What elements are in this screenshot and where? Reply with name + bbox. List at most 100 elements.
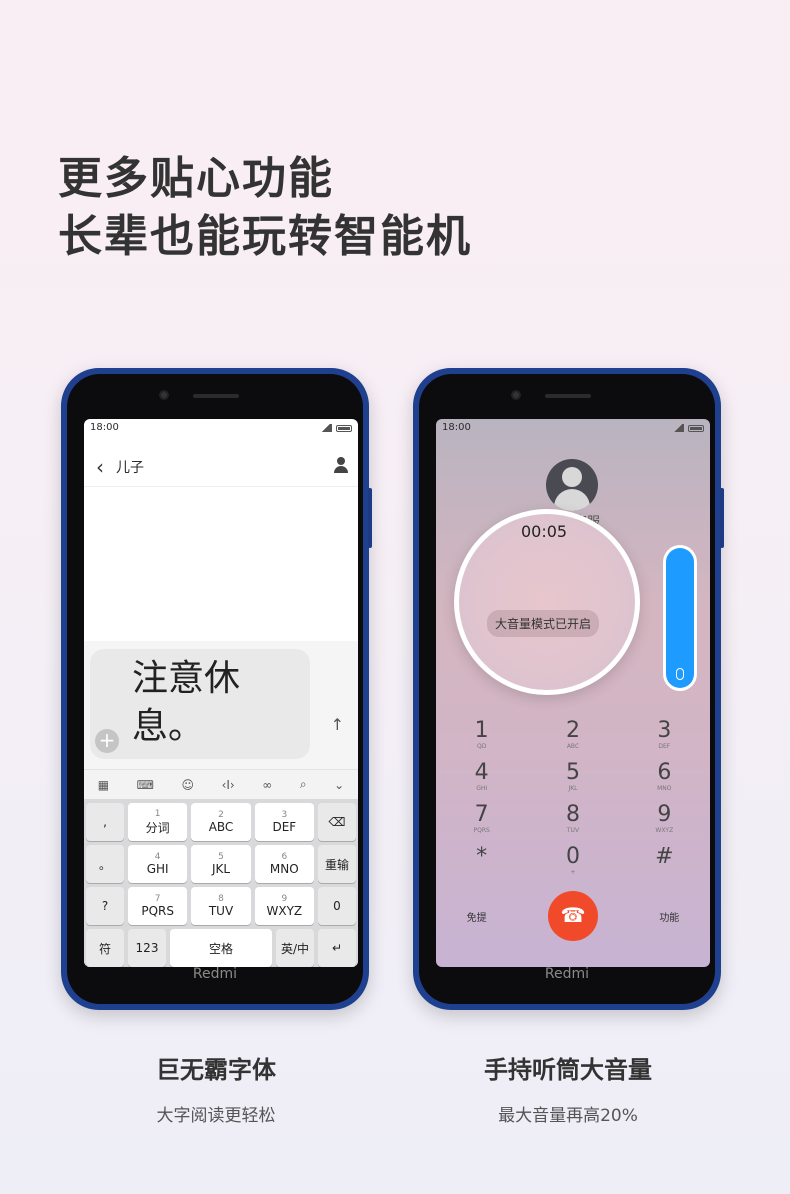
status-bar: 18:00 [84,419,358,437]
front-camera [511,390,521,400]
dial-digit: 3 [657,718,672,743]
compose-area: 注意休息。 + ↑ [84,641,358,769]
dial-digit: 4 [474,760,489,785]
signal-icon [320,424,332,432]
key-1[interactable]: 1 分词 [128,803,188,841]
chat-header: ‹ 儿子 [84,447,358,487]
key-7[interactable]: 7 PQRS [128,887,188,925]
key-6[interactable]: 6 MNO [254,845,314,883]
caption-left: 巨无霸字体 大字阅读更轻松 [66,1050,366,1126]
enter-icon[interactable]: ↵ [318,929,356,967]
phone-right: 18:00 客服 00:05 大音量模式已开启 1QD2ABC3DEF4GHI5… [413,368,724,1010]
dial-row: * 0 + # [436,845,710,887]
call-screen: 18:00 客服 00:05 大音量模式已开启 1QD2ABC3DEF4GHI5… [436,419,710,967]
dial-pad: 1 QD 2 ABC 3 DEF 4 GHI 5 JKL 6 MNO 7 PQRS 8 TUV 9 WXYZ * 0 +… [436,719,710,887]
handsfree-button[interactable]: 免提 [467,909,487,924]
dial-key[interactable]: 0 + [538,845,608,887]
status-time: 18:00 [442,422,471,433]
key-9[interactable]: 9 WXYZ [254,887,314,925]
dial-digit: 5 [565,760,580,785]
backspace-icon[interactable]: ⌫ [317,803,356,841]
punct-key[interactable]: ? [86,887,124,925]
number-key[interactable]: 123 [128,929,166,967]
dial-digit: * [476,844,488,869]
magnifier-overlay: 00:05 大音量模式已开启 [454,509,640,695]
front-camera [159,390,169,400]
dial-key[interactable]: 2 ABC [538,719,608,761]
dial-key[interactable]: 6 MNO [629,761,699,803]
emoji-icon[interactable]: ☺ [182,778,195,792]
dial-key[interactable]: 7 PQRS [447,803,517,845]
contact-icon[interactable] [334,457,348,473]
grid-icon[interactable]: ▦ [98,778,109,792]
punct-key[interactable]: , [86,803,124,841]
dial-key[interactable]: 5 JKL [538,761,608,803]
brand-logo: Redmi [192,966,238,982]
back-icon[interactable]: ‹ [96,455,104,479]
caption-right: 手持听筒大音量 最大音量再高20% [418,1050,718,1126]
hangup-icon[interactable]: ☎ [547,891,598,941]
mic-icon [676,668,684,680]
key-8[interactable]: 8 TUV [191,887,251,925]
search-icon[interactable]: ⌕ [300,777,307,792]
dial-digit: 7 [474,802,489,827]
volume-slider[interactable] [663,545,697,691]
dial-letters: ABC [566,743,580,750]
reinput-key[interactable]: 重输 [317,845,356,883]
dial-key[interactable]: 9 WXYZ [629,803,699,845]
caption-left-title: 巨无霸字体 [156,1056,276,1084]
dial-key[interactable]: * [447,845,517,887]
headline-line-1: 更多贴心功能 [58,153,334,204]
dial-key[interactable]: 4 GHI [447,761,517,803]
keyboard-icon[interactable]: ⌨ [137,778,154,792]
dial-digit: 8 [565,802,580,827]
send-icon[interactable]: ↑ [331,715,344,734]
headline-line-2: 长辈也能玩转智能机 [58,211,472,262]
status-bar: 18:00 [436,419,710,437]
add-attachment-icon[interactable]: + [95,729,119,753]
chat-screen: 18:00 ‹ 儿子 注意休息。 + ↑ ▦ ⌨ ☺ ‹I› ∞ ⌕ ⌄ , 。… [84,419,358,967]
lang-switch-key[interactable]: 英/中 [276,929,314,967]
dial-digit: 1 [474,718,489,743]
caption-left-sub: 大字阅读更轻松 [156,1106,276,1126]
punct-key[interactable]: 。 [86,845,124,883]
call-timer: 00:05 [521,522,568,541]
key-3[interactable]: 3 DEF [254,803,314,841]
chevron-down-icon[interactable]: ⌄ [334,778,344,792]
message-input[interactable]: 注意休息。 [90,649,310,759]
punctuation-column: , 。 ? [86,803,124,929]
dial-letters: WXYZ [655,827,674,834]
headline: 更多贴心功能 长辈也能玩转智能机 [58,150,472,266]
t9-keyboard: , 。 ? 1 分词 2 ABC 3 DEF ⌫ 4 GHI 5 JKL 6 M… [84,799,358,967]
key-0[interactable]: 0 [317,887,356,925]
dial-digit: 9 [657,802,672,827]
dial-letters: + [570,869,576,876]
phone-left: 18:00 ‹ 儿子 注意休息。 + ↑ ▦ ⌨ ☺ ‹I› ∞ ⌕ ⌄ , 。… [61,368,372,1010]
power-button [720,488,724,548]
key-2[interactable]: 2 ABC [191,803,251,841]
dial-digit: # [655,844,674,869]
cursor-icon[interactable]: ‹I› [222,778,235,792]
function-button[interactable]: 功能 [659,909,679,924]
dial-key[interactable]: 3 DEF [629,719,699,761]
key-5[interactable]: 5 JKL [191,845,251,883]
dial-letters: TUV [566,827,580,834]
earpiece [545,394,591,398]
symbol-key[interactable]: 符 [86,929,124,967]
caption-right-sub: 最大音量再高20% [498,1106,638,1126]
link-icon[interactable]: ∞ [262,778,272,792]
volume-level [666,548,694,688]
keyboard-toolbar: ▦ ⌨ ☺ ‹I› ∞ ⌕ ⌄ [84,769,358,799]
dial-letters: DEF [658,743,671,750]
dial-key[interactable]: 1 QD [447,719,517,761]
dial-key[interactable]: # [629,845,699,887]
caption-right-title: 手持听筒大音量 [484,1056,652,1084]
key-4[interactable]: 4 GHI [128,845,188,883]
dial-key[interactable]: 8 TUV [538,803,608,845]
dial-letters: QD [476,743,487,750]
call-actions: 免提 ☎ 功能 [436,891,710,941]
battery-icon [688,424,704,432]
space-key[interactable]: 空格 [170,929,272,967]
dial-digit: 0 [565,844,580,869]
contact-name: 儿子 [116,459,144,476]
